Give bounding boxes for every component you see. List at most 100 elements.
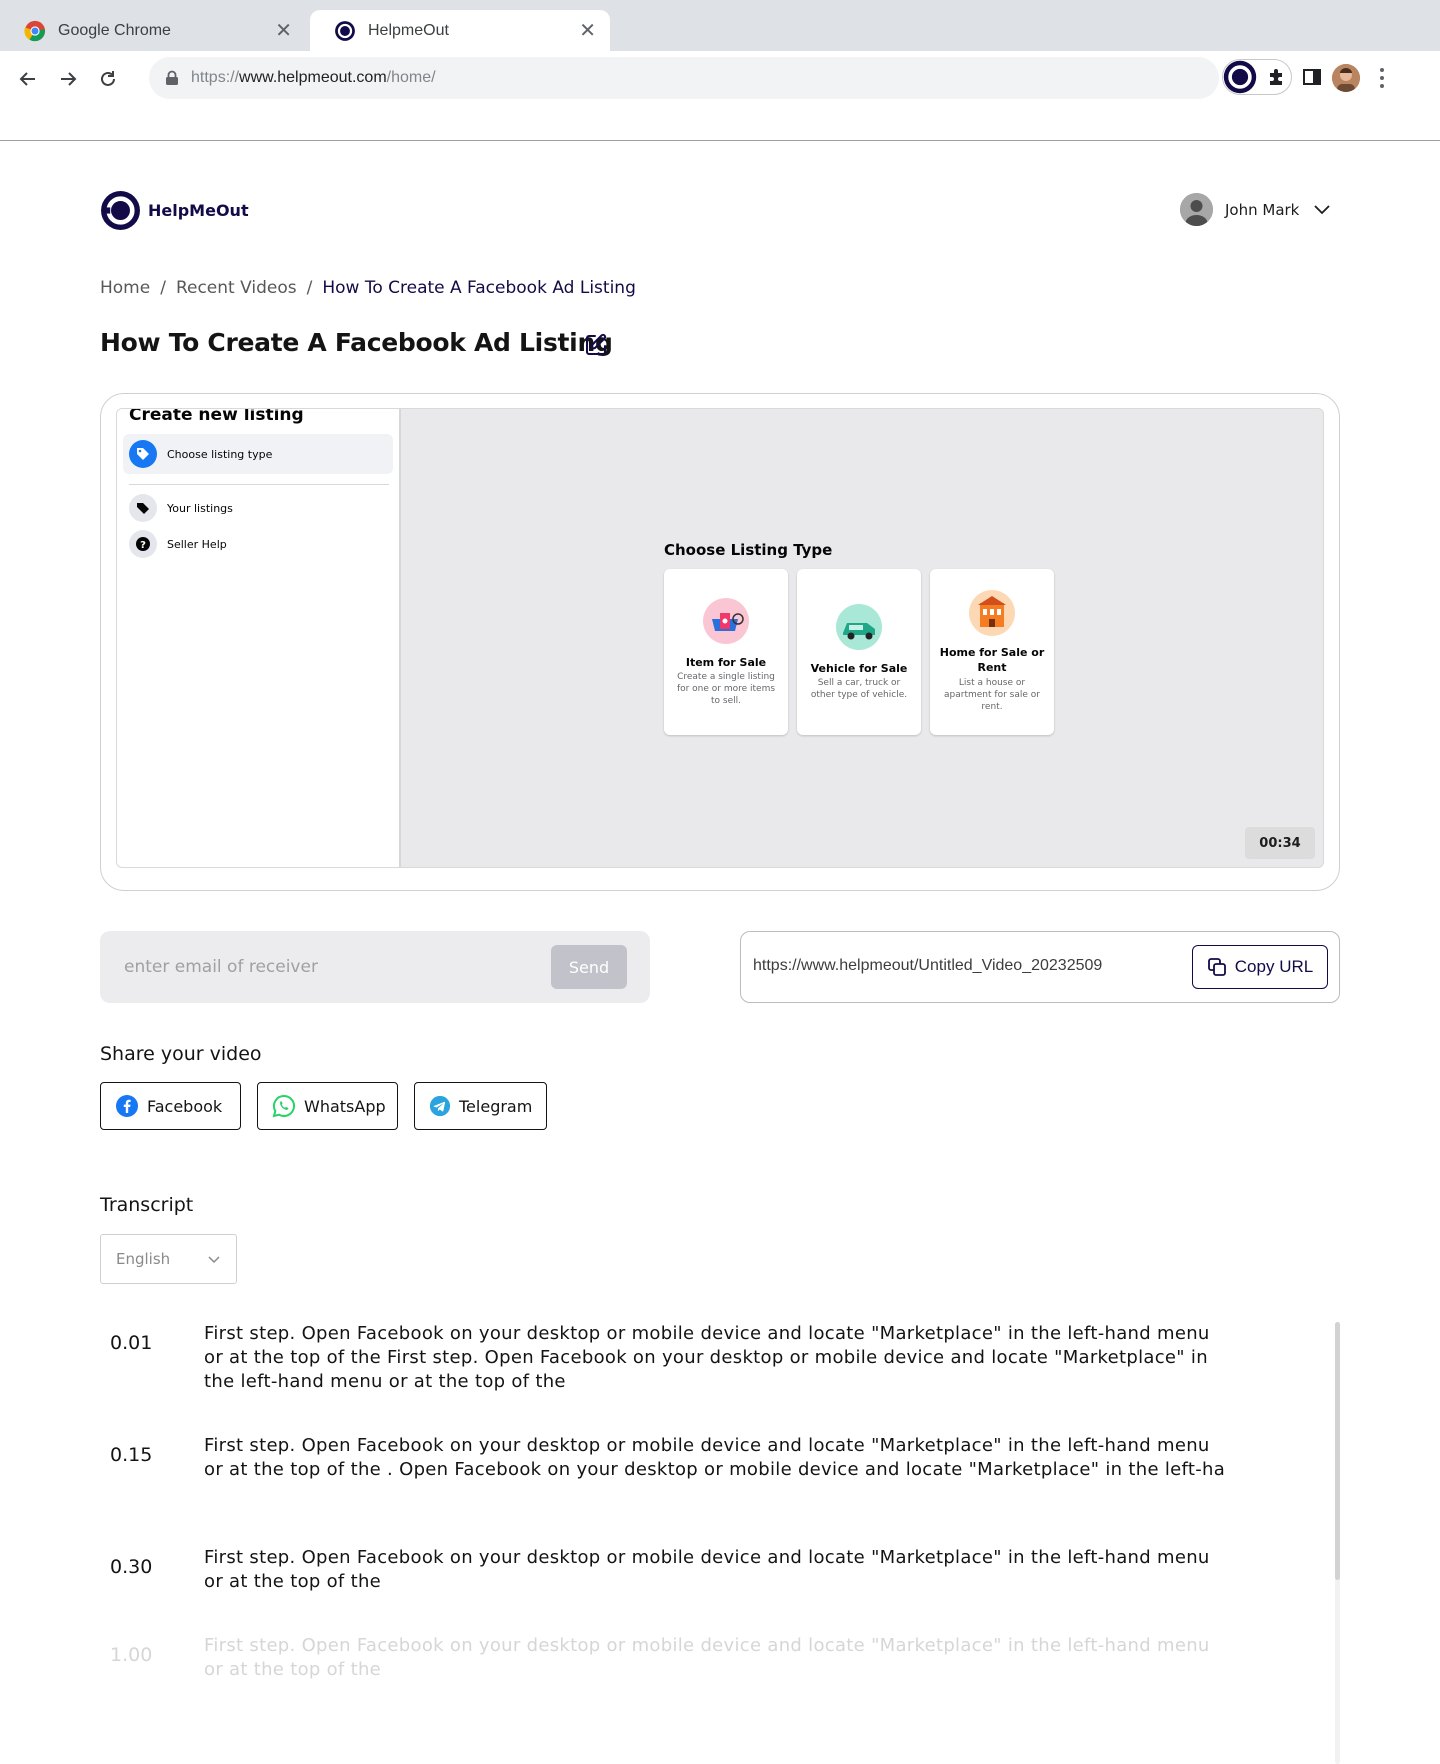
url-path: /home/ (386, 69, 436, 86)
transcript-title: Transcript (100, 1194, 194, 1216)
chevron-down-icon (208, 1256, 220, 1264)
transcript-text: First step. Open Facebook on your deskto… (204, 1323, 1210, 1392)
tab-helpmeout[interactable]: HelpmeOut ✕ (310, 10, 610, 51)
breadcrumb-separator: / (160, 278, 166, 298)
email-share-box: Send (100, 931, 650, 1003)
facebook-icon (116, 1095, 138, 1117)
profile-photo-icon (1332, 64, 1360, 92)
send-button[interactable]: Send (551, 945, 627, 989)
user-silhouette-icon (1180, 193, 1213, 226)
video-sidebar-item-label: Seller Help (167, 537, 227, 551)
address-bar[interactable]: https://www.helpmeout.com/home/ (149, 57, 1219, 99)
listing-card-home: Home for Sale or Rent List a house or ap… (930, 569, 1054, 735)
edit-icon[interactable] (583, 332, 609, 358)
listing-card-desc: Create a single listing for one or more … (676, 672, 776, 706)
house-icon (969, 590, 1015, 636)
transcript-text: First step. Open Facebook on your deskto… (204, 1635, 1210, 1680)
extensions-puzzle-icon[interactable] (1266, 67, 1286, 87)
video-sidebar-item-label: Choose listing type (167, 447, 273, 461)
email-input[interactable] (114, 947, 534, 987)
user-avatar (1180, 193, 1213, 226)
whatsapp-icon (272, 1094, 296, 1118)
chrome-icon (24, 20, 46, 41)
page-title: How To Create A Facebook Ad Listing (100, 328, 613, 357)
tab-google-chrome[interactable]: Google Chrome ✕ (0, 10, 306, 51)
back-button[interactable] (12, 63, 44, 95)
transcript-text: First step. Open Facebook on your deskto… (204, 1435, 1226, 1480)
tag-icon (129, 440, 157, 468)
helpmeout-extension-icon[interactable] (1222, 59, 1258, 95)
browser-toolbar: https://www.helpmeout.com/home/ (0, 51, 1440, 141)
breadcrumb-separator: / (306, 278, 313, 298)
share-title: Share your video (100, 1043, 262, 1065)
close-tab-icon[interactable]: ✕ (579, 21, 596, 41)
share-telegram-button[interactable]: Telegram (414, 1082, 547, 1130)
transcript-scrollbar-thumb[interactable] (1335, 1322, 1340, 1580)
breadcrumb: Home / Recent Videos / How To Create A F… (100, 278, 636, 298)
share-button-label: Telegram (459, 1096, 533, 1116)
copy-icon (1207, 958, 1226, 976)
video-sidebar-item: Your listings (129, 494, 233, 522)
share-url-text: https://www.helpmeout/Untitled_Video_202… (753, 957, 1103, 974)
transcript-time: 0.30 (110, 1556, 153, 1578)
share-button-label: Facebook (147, 1096, 223, 1116)
transcript-time: 0.15 (110, 1444, 153, 1466)
chevron-down-icon (1314, 204, 1331, 214)
video-sidebar-item: ? Seller Help (129, 530, 227, 558)
transcript-text: First step. Open Facebook on your deskto… (204, 1547, 1210, 1592)
language-select-value: English (116, 1250, 171, 1268)
breadcrumb-home[interactable]: Home (100, 278, 150, 298)
copy-url-button[interactable]: Copy URL (1192, 945, 1328, 989)
transcript-time: 1.00 (110, 1644, 153, 1666)
helpmeout-logo-icon (101, 191, 140, 230)
svg-text:?: ? (140, 540, 146, 551)
forward-button[interactable] (52, 63, 84, 95)
video-sidebar: Create new listing Choose listing type Y… (117, 408, 401, 867)
listing-card-title: Vehicle for Sale (810, 662, 908, 675)
listing-card-desc: List a house or apartment for sale or re… (944, 678, 1040, 712)
user-menu[interactable]: John Mark (1180, 193, 1331, 226)
video-player[interactable]: Create new listing Choose listing type Y… (116, 408, 1324, 868)
car-icon (836, 604, 882, 650)
share-url-box: https://www.helpmeout/Untitled_Video_202… (740, 931, 1340, 1003)
lock-icon (166, 70, 178, 85)
divider (129, 484, 389, 485)
breadcrumb-current: How To Create A Facebook Ad Listing (322, 278, 636, 298)
side-panel-icon[interactable] (1302, 67, 1322, 87)
listing-card-vehicle: Vehicle for Sale Sell a car, truck or ot… (797, 569, 921, 735)
listing-card-item: Item for Sale Create a single listing fo… (664, 569, 788, 735)
listing-card-desc: Sell a car, truck or other type of vehic… (810, 678, 908, 700)
url-host: www.helpmeout.com (239, 69, 387, 86)
video-sidebar-item: Choose listing type (129, 440, 272, 468)
browser-tabstrip: Google Chrome ✕ HelpmeOut ✕ (0, 0, 1440, 51)
language-select[interactable]: English (100, 1234, 237, 1284)
item-icon (703, 598, 749, 644)
share-button-label: WhatsApp (304, 1096, 386, 1116)
video-sidebar-title: Create new listing (129, 408, 304, 425)
arrow-left-icon (19, 72, 35, 86)
reload-button[interactable] (92, 63, 124, 95)
share-facebook-button[interactable]: Facebook (100, 1082, 241, 1130)
tab-title: HelpmeOut (368, 21, 449, 39)
arrow-right-icon (61, 72, 77, 86)
helpmeout-logo-icon (335, 20, 355, 41)
url-scheme: https:// (191, 69, 240, 86)
telegram-icon (429, 1095, 451, 1117)
video-panel-title: Choose Listing Type (664, 541, 833, 559)
profile-avatar[interactable] (1332, 64, 1360, 92)
share-whatsapp-button[interactable]: WhatsApp (257, 1082, 398, 1130)
brand-name: HelpMeOut (148, 201, 249, 220)
tab-title: Google Chrome (58, 21, 171, 39)
kebab-menu-icon[interactable] (1372, 65, 1392, 91)
close-tab-icon[interactable]: ✕ (275, 21, 292, 41)
listing-card-title: Item for Sale (685, 656, 767, 669)
breadcrumb-recent-videos[interactable]: Recent Videos (176, 278, 297, 298)
video-sidebar-item-label: Your listings (167, 501, 233, 515)
brand[interactable]: HelpMeOut (100, 190, 249, 231)
video-timestamp: 00:34 (1245, 827, 1315, 859)
transcript-time: 0.01 (110, 1332, 153, 1354)
listing-card-title: Home for Sale or Rent (939, 646, 1045, 674)
copy-url-label: Copy URL (1234, 957, 1314, 976)
tags-icon (129, 494, 157, 522)
reload-icon (101, 71, 115, 86)
